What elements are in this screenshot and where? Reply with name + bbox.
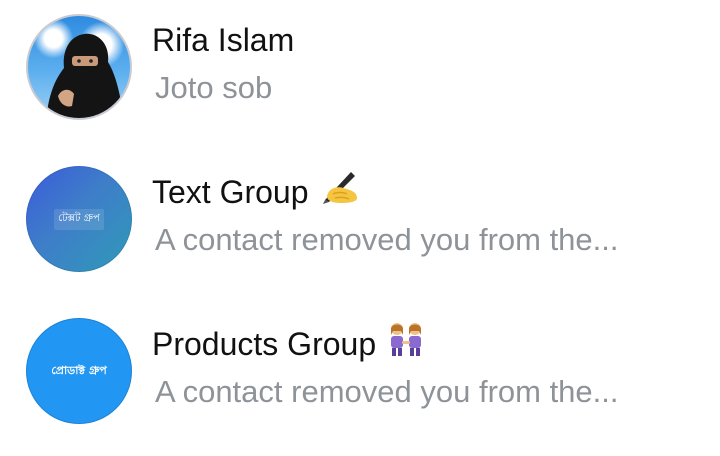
chat-list: Rifa Islam Joto sob টেক্সট গ্রুপ Text Gr…: [0, 0, 720, 456]
chat-preview: Joto sob: [155, 70, 273, 105]
chat-name: Rifa Islam: [152, 22, 295, 58]
profile-photo-icon: [46, 33, 124, 118]
group-avatar-label: প্রোডাক্ট গ্রুপ: [51, 363, 107, 377]
chat-row-products-group[interactable]: প্রোডাক্ট গ্রুপ Products Group A contact…: [0, 304, 720, 434]
chat-row-text-group[interactable]: টেক্সট গ্রুপ Text Group A contact remove…: [0, 152, 720, 282]
avatar[interactable]: প্রোডাক্ট গ্রুপ: [26, 318, 132, 424]
chat-name-text: Text Group: [152, 174, 309, 210]
chat-row-rifa-islam[interactable]: Rifa Islam Joto sob: [0, 0, 720, 130]
avatar[interactable]: [26, 14, 132, 120]
chat-name: Products Group: [152, 321, 426, 369]
group-avatar-label: টেক্সট গ্রুপ: [54, 208, 104, 230]
chat-preview: A contact removed you from the...: [155, 222, 619, 257]
two-women-emoji-icon: [386, 321, 426, 366]
chat-name-text: Products Group: [152, 326, 377, 362]
avatar[interactable]: টেক্সট গ্রুপ: [26, 166, 132, 272]
writing-hand-emoji-icon: [319, 170, 359, 213]
chat-preview: A contact removed you from the...: [155, 374, 619, 409]
chat-name: Text Group: [152, 172, 359, 216]
